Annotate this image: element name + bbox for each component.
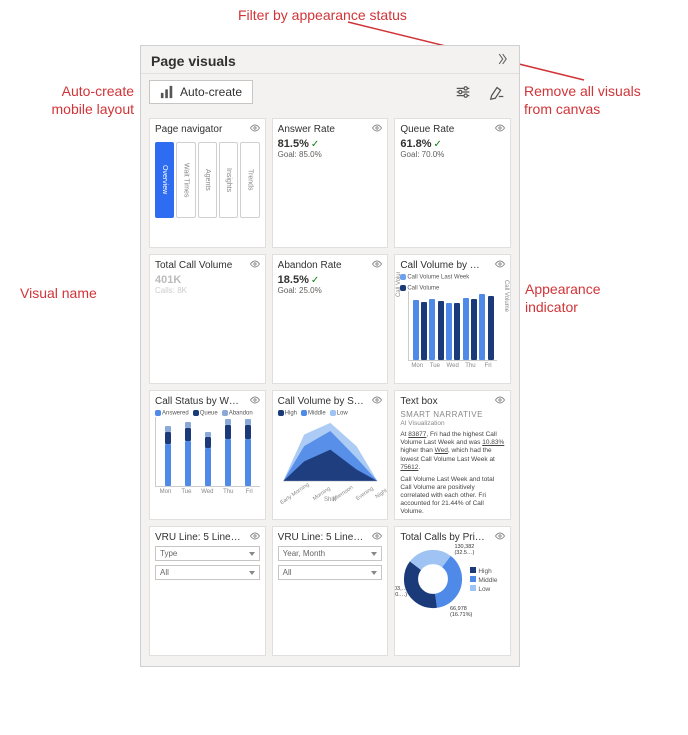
tile-abandon-rate[interactable]: Abandon Rate 18.5%✓ Goal: 25.0%	[272, 254, 389, 384]
tile-vru-line-yearmonth[interactable]: VRU Line: 5 Line… Year, Month All	[272, 526, 389, 656]
appearance-indicator-icon[interactable]	[249, 258, 261, 272]
tile-title: Call Status by W…	[155, 396, 245, 407]
page-tab: Insights	[219, 142, 238, 218]
kpi-value: 81.5%	[278, 138, 309, 150]
auto-create-label: Auto-create	[180, 85, 242, 99]
annotation-auto-create: Auto-create mobile layout	[14, 82, 134, 118]
appearance-indicator-icon[interactable]	[249, 394, 261, 408]
filter-by-appearance-button[interactable]	[449, 78, 477, 106]
page-tab: Trends	[240, 142, 259, 218]
appearance-indicator-icon[interactable]	[494, 258, 506, 272]
auto-create-button[interactable]: Auto-create	[149, 80, 253, 104]
kpi-sub: Calls: 8K	[155, 286, 260, 295]
tile-text-box[interactable]: Text box SMART NARRATIVE AI Visualizatio…	[394, 390, 511, 520]
smart-narrative-text: SMART NARRATIVE AI Visualization At 8387…	[395, 408, 510, 519]
check-icon: ✓	[311, 139, 319, 150]
appearance-indicator-icon[interactable]	[371, 258, 383, 272]
tile-title: Total Calls by Pri…	[400, 532, 490, 543]
tile-title: VRU Line: 5 Line…	[278, 532, 368, 543]
annotation-appearance-indicator: Appearance indicator	[525, 280, 601, 316]
tile-title: Queue Rate	[400, 124, 490, 135]
tile-vru-line-type[interactable]: VRU Line: 5 Line… Type All	[149, 526, 266, 656]
tile-title: Call Volume by …	[400, 260, 490, 271]
check-icon: ✓	[434, 139, 442, 150]
slicer-field-dropdown: Year, Month	[278, 546, 383, 561]
appearance-indicator-icon[interactable]	[249, 122, 261, 136]
panel-title: Page visuals	[151, 53, 236, 69]
page-tab: Overview	[155, 142, 174, 218]
kpi-goal: Goal: 25.0%	[278, 286, 383, 295]
tile-call-volume-by-weekday[interactable]: Call Volume by … Call Volume Last Week C…	[394, 254, 511, 384]
appearance-indicator-icon[interactable]	[371, 122, 383, 136]
tile-title: Answer Rate	[278, 124, 368, 135]
page-tab: Wait Times	[176, 142, 195, 218]
slicer-field-dropdown: Type	[155, 546, 260, 561]
tile-page-navigator[interactable]: Page navigator Overview Wait Times Agent…	[149, 118, 266, 248]
tile-total-call-volume[interactable]: Total Call Volume 401K Calls: 8K	[149, 254, 266, 384]
annotation-visual-name: Visual name	[20, 284, 97, 302]
area-chart	[278, 417, 383, 489]
page-tab: Agents	[198, 142, 217, 218]
tile-title: Call Volume by S…	[278, 396, 368, 407]
tile-title: Page navigator	[155, 124, 245, 135]
page-visuals-panel: Page visuals Auto-create Page navigator	[140, 45, 520, 667]
slicer-value-dropdown: All	[155, 565, 260, 580]
tile-title: Total Call Volume	[155, 260, 245, 271]
y-axis-label: Call Volume Last Week	[396, 272, 402, 297]
kpi-value: 401K	[155, 274, 181, 286]
annotation-remove-all: Remove all visuals from canvas	[524, 82, 641, 118]
kpi-goal: Goal: 70.0%	[400, 150, 505, 159]
tile-total-calls-by-priority[interactable]: Total Calls by Pri… 130,382(32.5…)	[394, 526, 511, 656]
tile-call-status-by-weekday[interactable]: Call Status by W… Answered Queue Abandon	[149, 390, 266, 520]
appearance-indicator-icon[interactable]	[494, 530, 506, 544]
kpi-value: 18.5%	[278, 274, 309, 286]
tile-answer-rate[interactable]: Answer Rate 81.5%✓ Goal: 85.0%	[272, 118, 389, 248]
chart-legend: High Middle Low	[278, 410, 383, 417]
appearance-indicator-icon[interactable]	[494, 122, 506, 136]
remove-all-visuals-button[interactable]	[483, 78, 511, 106]
expand-panel-icon[interactable]	[495, 52, 509, 69]
chart-legend: Answered Queue Abandon	[155, 410, 260, 417]
kpi-goal: Goal: 85.0%	[278, 150, 383, 159]
tile-title: Abandon Rate	[278, 260, 368, 271]
tile-title: Text box	[400, 396, 490, 407]
appearance-indicator-icon[interactable]	[371, 394, 383, 408]
tile-call-volume-by-shift[interactable]: Call Volume by S… High Middle Low	[272, 390, 389, 520]
chart-legend: High Middle Low	[470, 566, 497, 594]
annotation-filter: Filter by appearance status	[238, 6, 407, 24]
appearance-indicator-icon[interactable]	[494, 394, 506, 408]
appearance-indicator-icon[interactable]	[371, 530, 383, 544]
check-icon: ✓	[311, 275, 319, 286]
y-axis-label: Call Volume	[503, 279, 509, 311]
slicer-value-dropdown: All	[278, 565, 383, 580]
tile-title: VRU Line: 5 Line…	[155, 532, 245, 543]
chart-legend: Call Volume Last Week Call Volume	[400, 274, 505, 291]
tile-queue-rate[interactable]: Queue Rate 61.8%✓ Goal: 70.0%	[394, 118, 511, 248]
appearance-indicator-icon[interactable]	[249, 530, 261, 544]
donut-chart: 130,382(32.5…) 203,…(50.…) 66,978(16.71%…	[400, 546, 466, 614]
kpi-value: 61.8%	[400, 138, 431, 150]
